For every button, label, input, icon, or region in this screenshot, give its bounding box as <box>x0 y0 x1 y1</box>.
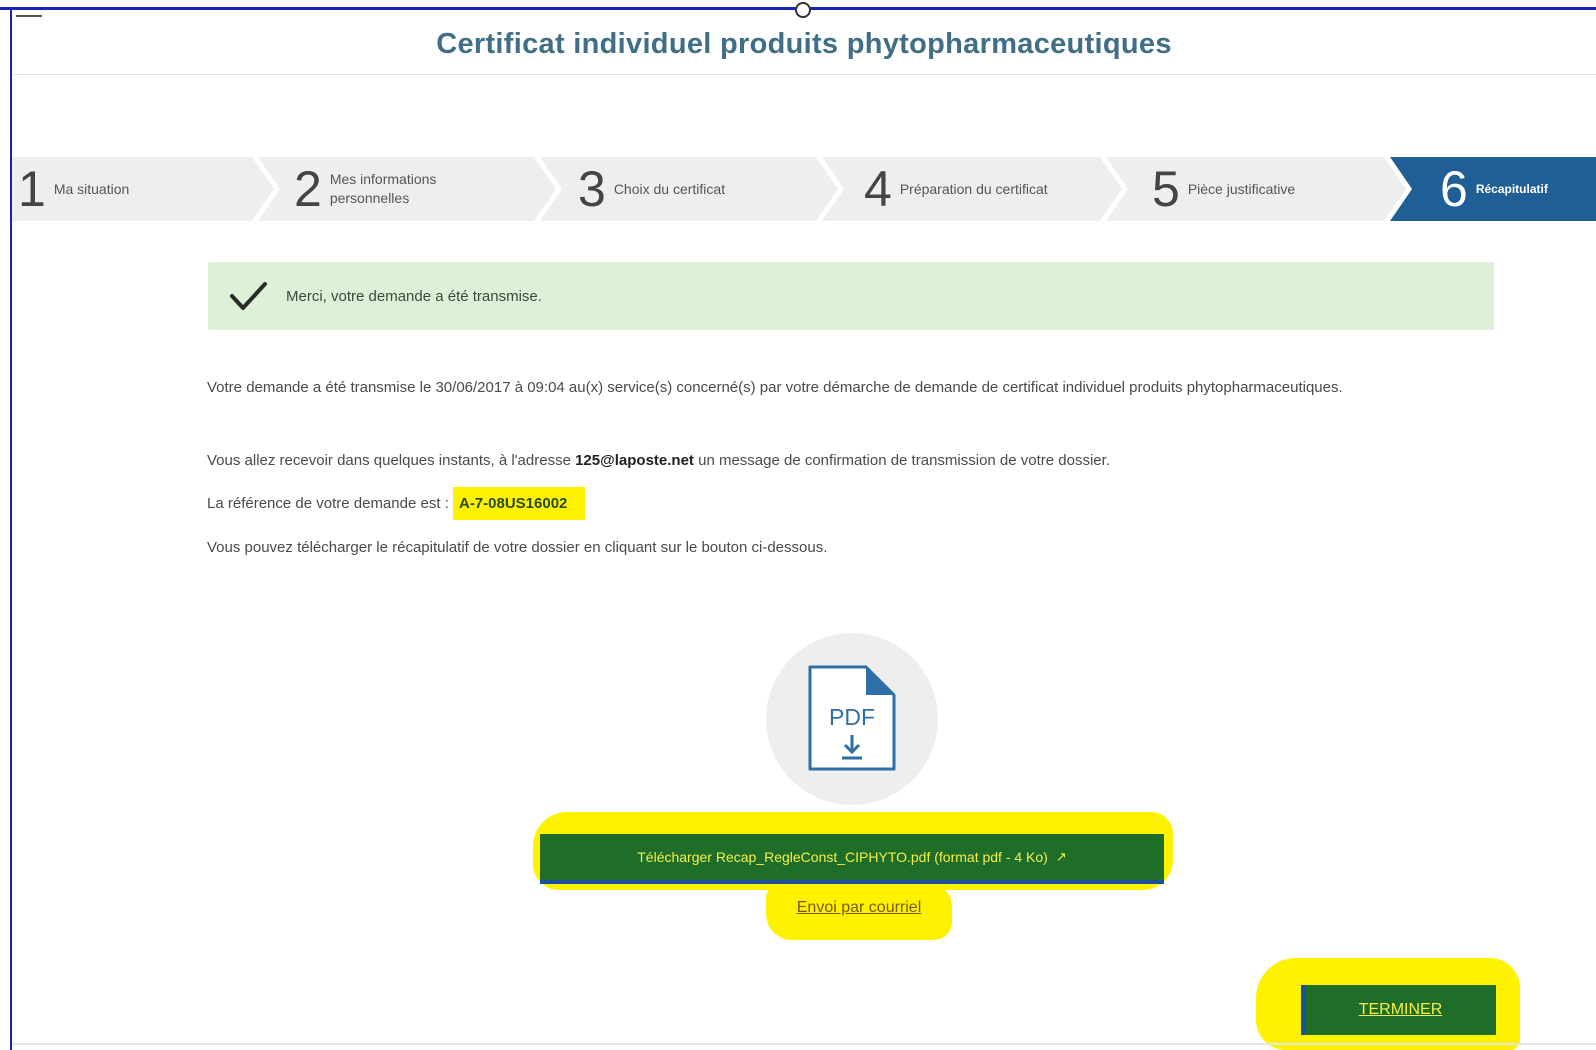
success-message: Merci, votre demande a été transmise. <box>286 287 542 305</box>
email-address: 125@laposte.net <box>575 452 694 469</box>
step-number: 2 <box>294 161 322 217</box>
step-2: 2 Mes informations personnelles <box>258 157 556 221</box>
download-instructions: Vous pouvez télécharger le récapitulatif… <box>207 539 828 556</box>
progress-stepper: 1 Ma situation 2 Mes informations person… <box>12 157 1596 221</box>
reference-text: La référence de votre demande est : A-7-… <box>207 487 586 520</box>
pdf-file-icon: PDF <box>808 665 896 771</box>
bottom-divider <box>12 1043 1596 1045</box>
step-label: Pièce justificative <box>1187 180 1296 197</box>
download-label: Télécharger Recap_RegleConst_CIPHYTO.pdf… <box>637 849 1048 865</box>
send-by-email-link[interactable]: Envoi par courriel <box>766 899 952 917</box>
success-alert: Merci, votre demande a été transmise. <box>208 262 1494 330</box>
page-title: Certificat individuel produits phytophar… <box>436 28 1172 60</box>
step-number: 1 <box>18 161 46 217</box>
checkmark-icon <box>230 282 267 310</box>
step-label: Préparation du certificat <box>899 180 1048 197</box>
pdf-download-icon[interactable]: PDF <box>766 633 938 805</box>
resize-handle-icon[interactable] <box>795 2 811 18</box>
external-link-icon: ↗ <box>1055 849 1067 864</box>
dash-mark <box>16 15 42 17</box>
email-text-before: Vous allez recevoir dans quelques instan… <box>207 452 576 469</box>
email-confirmation-text: Vous allez recevoir dans quelques instan… <box>207 446 1110 476</box>
finish-button[interactable]: TERMINER <box>1301 985 1496 1035</box>
transmission-text: Votre demande a été transmise le 30/06/2… <box>207 379 1343 396</box>
step-label: Ma situation <box>53 180 130 197</box>
pdf-label: PDF <box>829 704 875 730</box>
step-1: 1 Ma situation <box>12 157 274 221</box>
reference-number: A-7-08US16002 <box>452 487 586 520</box>
step-number: 5 <box>1152 161 1180 217</box>
title-divider <box>14 74 1596 75</box>
step-label: Mes informations personnelles <box>329 171 437 206</box>
email-text-after: un message de confirmation de transmissi… <box>693 452 1110 469</box>
download-button[interactable]: Télécharger Recap_RegleConst_CIPHYTO.pdf… <box>540 834 1164 884</box>
step-number: 4 <box>864 161 892 217</box>
step-label: Choix du certificat <box>613 180 726 197</box>
step-5: 5 Pièce justificative <box>1106 157 1406 221</box>
step-4: 4 Préparation du certificat <box>822 157 1122 221</box>
step-3: 3 Choix du certificat <box>540 157 838 221</box>
step-label: Récapitulatif <box>1475 181 1548 196</box>
reference-label: La référence de votre demande est : <box>207 495 453 512</box>
step-number: 6 <box>1440 161 1468 217</box>
step-6-active: 6 Récapitulatif <box>1390 157 1596 221</box>
step-number: 3 <box>578 161 606 217</box>
